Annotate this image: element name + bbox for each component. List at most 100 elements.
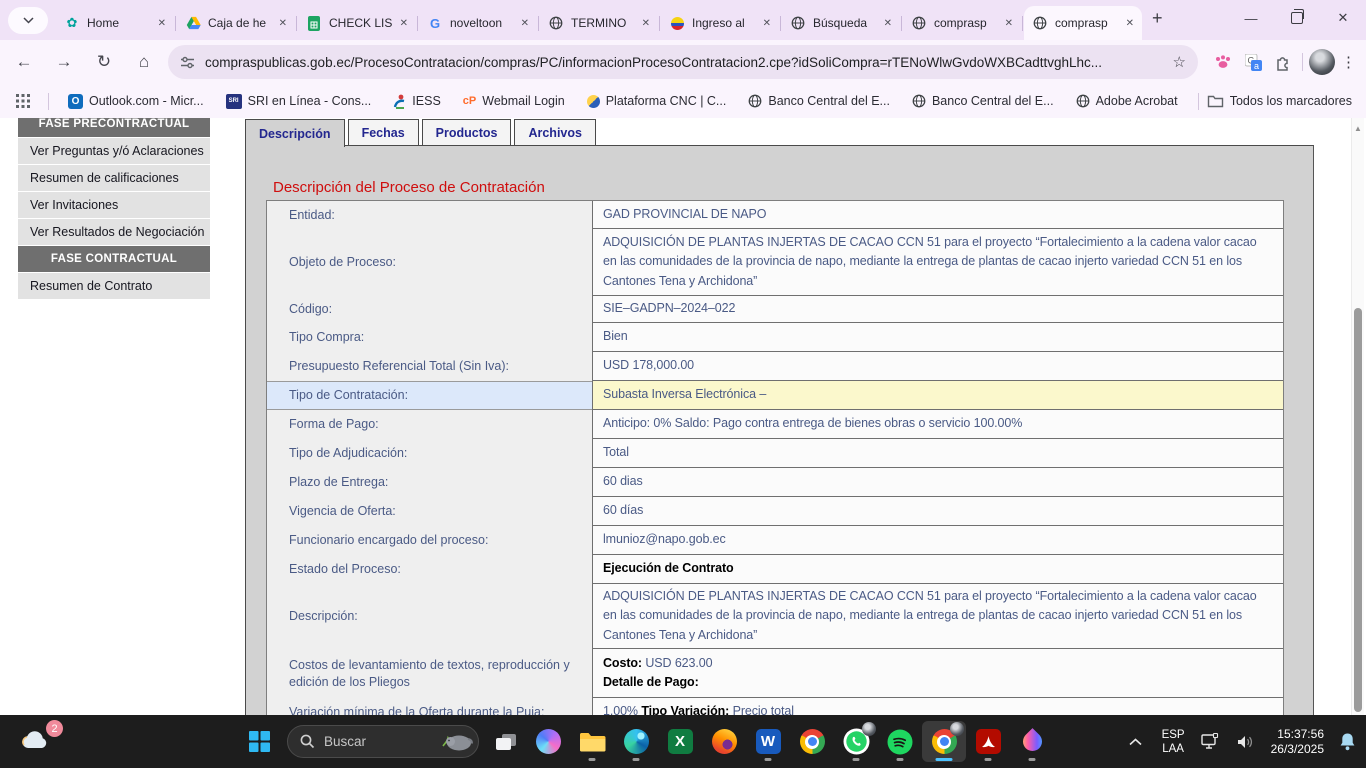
bookmark-item[interactable]: Plataforma CNC | C... <box>587 94 727 108</box>
browser-tab[interactable]: Ingreso al✕ <box>661 6 779 40</box>
tab-separator <box>901 16 902 31</box>
browser-menu-icon[interactable]: ⋮ <box>1341 53 1356 71</box>
clock[interactable]: 15:37:56 26/3/2025 <box>1271 727 1324 757</box>
row-value: Subasta Inversa Electrónica – <box>592 381 1283 410</box>
taskbar-apps: XW <box>526 721 1054 762</box>
tab-close-icon[interactable]: ✕ <box>1005 18 1013 29</box>
tab-title: Home <box>87 16 152 30</box>
volume-icon[interactable] <box>1236 734 1255 750</box>
table-row: Tipo de Adjudicación:Total <box>267 439 1283 468</box>
network-icon[interactable] <box>1201 733 1222 750</box>
folder-icon <box>1207 94 1224 108</box>
forward-button[interactable]: → <box>48 46 80 78</box>
table-row: Estado del Proceso:Ejecución de Contrato <box>267 555 1283 584</box>
browser-tab[interactable]: Búsqueda✕ <box>782 6 900 40</box>
tab-descripción[interactable]: Descripción <box>245 119 345 147</box>
taskbar-app-spotify[interactable] <box>878 721 922 762</box>
browser-tab[interactable]: TERMINO✕ <box>540 6 658 40</box>
sidebar-item[interactable]: Ver Invitaciones <box>18 192 210 218</box>
taskbar-app-file-explorer[interactable] <box>570 721 614 762</box>
taskbar-app-copilot[interactable] <box>526 721 570 762</box>
extensions-puzzle-icon[interactable] <box>1268 47 1298 77</box>
browser-tab[interactable]: comprasp✕ <box>903 6 1021 40</box>
all-bookmarks[interactable]: Todos los marcadores <box>1190 93 1352 110</box>
globe-icon <box>1032 15 1048 31</box>
taskbar-app-whatsapp[interactable] <box>834 721 878 762</box>
close-button[interactable]: ✕ <box>1320 0 1366 36</box>
tab-archivos[interactable]: Archivos <box>514 119 596 145</box>
address-bar[interactable]: compraspublicas.gob.ec/ProcesoContrataci… <box>168 45 1198 79</box>
bookmark-item[interactable]: cPWebmail Login <box>463 94 565 108</box>
scroll-up-icon[interactable]: ▲ <box>1352 124 1364 133</box>
apps-grid-icon[interactable] <box>16 94 30 108</box>
taskbar-app-chrome[interactable] <box>790 721 834 762</box>
tab-separator <box>659 16 660 31</box>
minimize-button[interactable]: — <box>1228 0 1274 36</box>
row-label: Objeto de Proceso: <box>267 229 592 296</box>
scrollbar-thumb[interactable] <box>1354 308 1362 712</box>
bookmark-item[interactable]: Adobe Acrobat <box>1076 94 1178 108</box>
weather-widget[interactable]: 2 <box>18 727 60 759</box>
taskbar-app-chrome-active[interactable] <box>922 721 966 762</box>
taskbar-app-acrobat[interactable] <box>966 721 1010 762</box>
page-scrollbar[interactable]: ▲ <box>1351 118 1364 715</box>
browser-tab[interactable]: ✿Home✕ <box>56 6 174 40</box>
start-button[interactable] <box>238 722 280 762</box>
chevron-down-icon <box>23 17 34 24</box>
row-value: 60 días <box>592 497 1283 526</box>
notification-badge: 2 <box>46 720 63 737</box>
bookmarks-divider <box>48 93 49 110</box>
profile-avatar[interactable] <box>1307 47 1337 77</box>
taskbar-app-excel[interactable]: X <box>658 721 702 762</box>
bookmark-item[interactable]: SRISRI en Línea - Cons... <box>226 94 372 109</box>
tab-close-icon[interactable]: ✕ <box>158 18 166 29</box>
sidebar-section-header: FASE PRECONTRACTUAL <box>18 118 210 137</box>
sidebar-item[interactable]: Ver Preguntas y/ó Aclaraciones <box>18 138 210 164</box>
bookmark-item[interactable]: Banco Central del E... <box>748 94 890 108</box>
new-tab-button[interactable]: + <box>1152 8 1163 29</box>
tab-close-icon[interactable]: ✕ <box>279 18 287 29</box>
tab-productos[interactable]: Productos <box>422 119 512 145</box>
taskbar-app-paint[interactable] <box>1010 721 1054 762</box>
windows-icon <box>249 731 270 752</box>
browser-tab-active[interactable]: comprasp✕ <box>1024 6 1142 40</box>
browser-tab[interactable]: Gnoveltoon✕ <box>419 6 537 40</box>
reload-button[interactable]: ↻ <box>88 46 120 78</box>
back-button[interactable]: ← <box>8 46 40 78</box>
tab-close-icon[interactable]: ✕ <box>884 18 892 29</box>
language-indicator[interactable]: ESP LAA <box>1162 728 1185 756</box>
restore-button[interactable] <box>1274 0 1320 36</box>
taskbar-search[interactable]: Buscar <box>287 725 479 758</box>
tab-close-icon[interactable]: ✕ <box>1126 18 1134 29</box>
bookmark-item[interactable]: Banco Central del E... <box>912 94 1054 108</box>
tab-fechas[interactable]: Fechas <box>348 119 419 145</box>
tab-search-button[interactable] <box>8 7 48 34</box>
browser-tab[interactable]: CHECK LIS✕ <box>298 6 416 40</box>
taskbar-app-edge[interactable] <box>614 721 658 762</box>
translate-icon[interactable]: Ga <box>1238 47 1268 77</box>
tab-separator <box>538 16 539 31</box>
paw-extension-icon[interactable] <box>1208 47 1238 77</box>
table-row: Funcionario encargado del proceso:lmunio… <box>267 526 1283 555</box>
bookmark-item[interactable]: OOutlook.com - Micr... <box>68 94 204 109</box>
copilot-icon <box>536 729 561 754</box>
svg-text:a: a <box>1253 60 1258 70</box>
bookmark-item[interactable]: IESS <box>393 94 441 109</box>
task-view-button[interactable] <box>486 722 526 762</box>
home-button[interactable]: ⌂ <box>128 46 160 78</box>
tab-close-icon[interactable]: ✕ <box>642 18 650 29</box>
hidden-icons-chevron[interactable] <box>1129 738 1142 746</box>
notifications-bell-icon[interactable] <box>1339 732 1356 751</box>
taskbar-app-word[interactable]: W <box>746 721 790 762</box>
tab-close-icon[interactable]: ✕ <box>400 18 408 29</box>
tab-close-icon[interactable]: ✕ <box>763 18 771 29</box>
outlook-icon: O <box>68 94 83 109</box>
sidebar-item[interactable]: Resumen de calificaciones <box>18 165 210 191</box>
sidebar-item[interactable]: Resumen de Contrato <box>18 273 210 299</box>
site-settings-icon[interactable] <box>180 56 195 69</box>
tab-close-icon[interactable]: ✕ <box>521 18 529 29</box>
taskbar-app-firefox[interactable] <box>702 721 746 762</box>
bookmark-star-icon[interactable]: ☆ <box>1173 53 1186 71</box>
sidebar-item[interactable]: Ver Resultados de Negociación <box>18 219 210 245</box>
browser-tab[interactable]: Caja de he✕ <box>177 6 295 40</box>
